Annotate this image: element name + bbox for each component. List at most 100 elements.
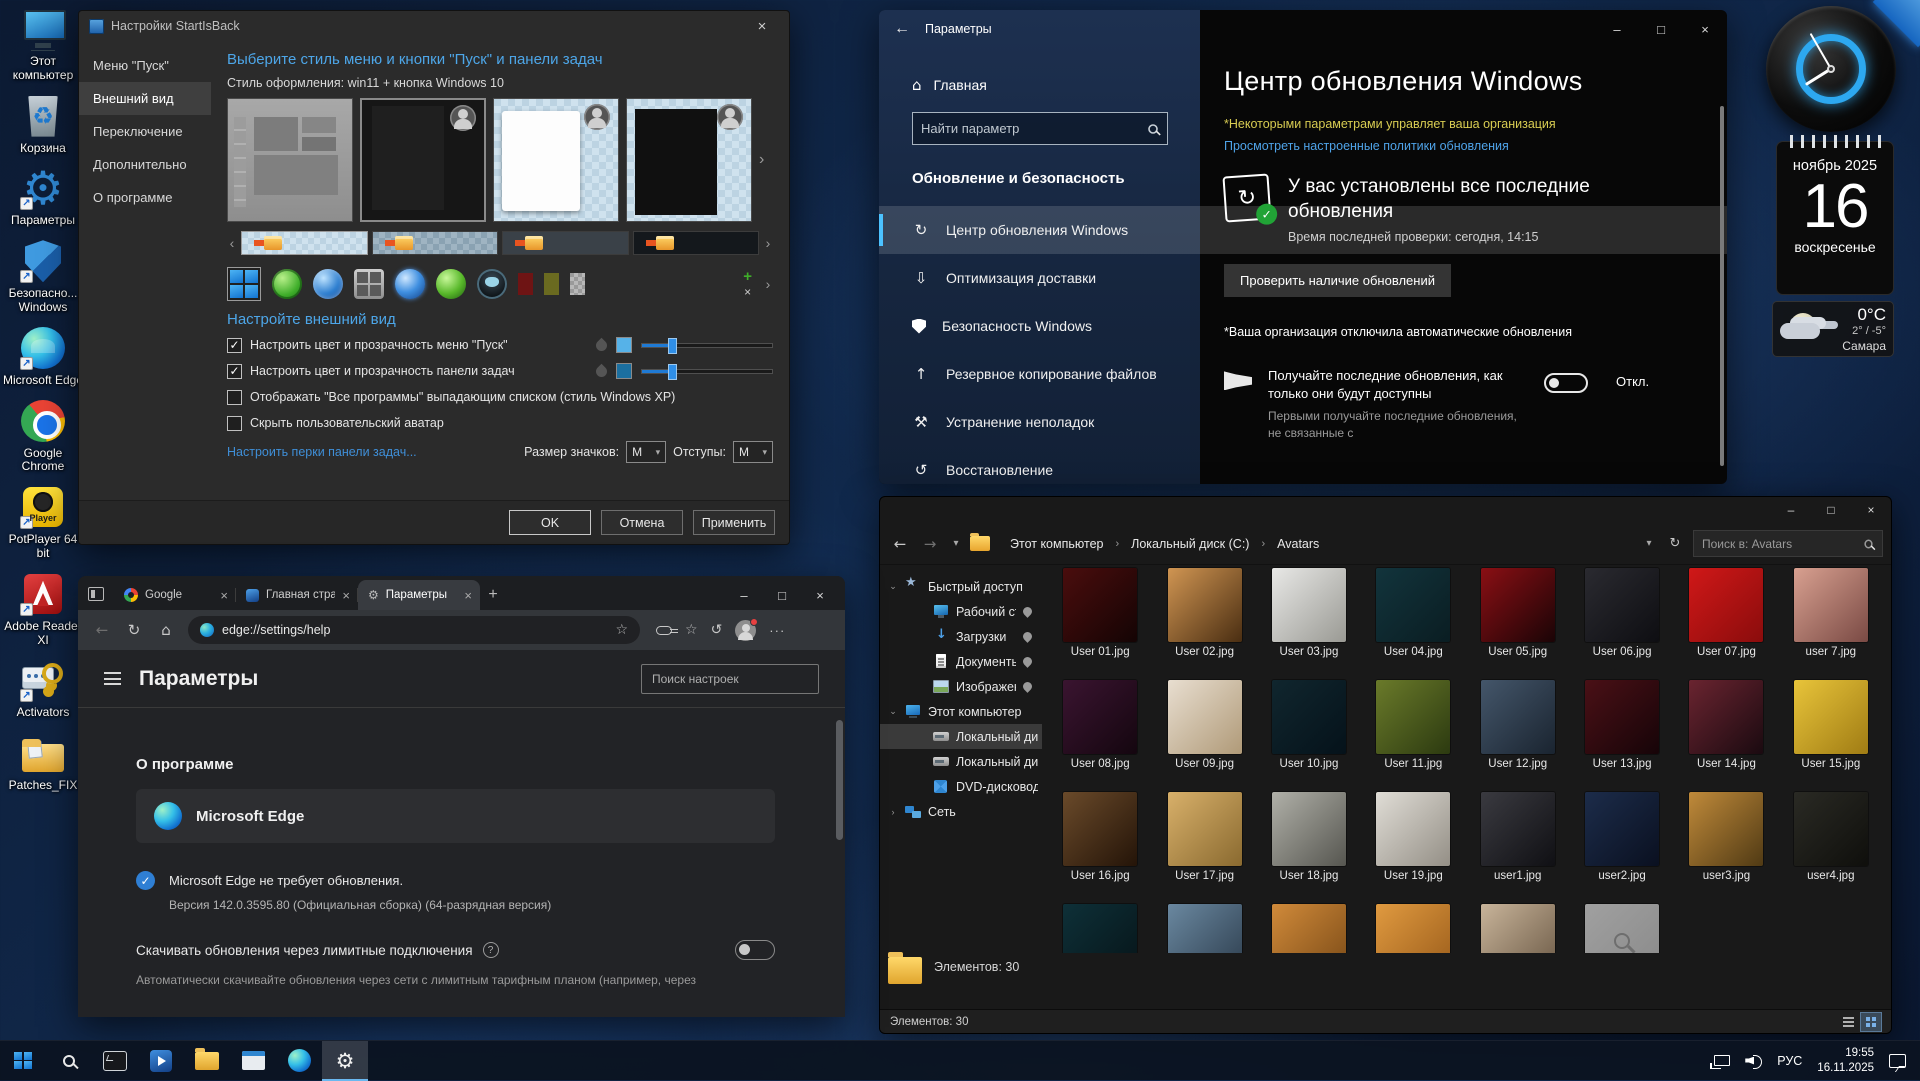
taskbar-app-window[interactable] (230, 1041, 276, 1081)
scrollbar[interactable] (836, 720, 843, 840)
file-item[interactable]: User 06.jpg (1570, 568, 1674, 680)
hamburger-menu-icon[interactable] (104, 672, 121, 685)
explorer-sidebar-item[interactable]: ⌄Этот компьютер (880, 699, 1042, 724)
desktop-icon-pot[interactable]: Player↗PotPlayer 64 bit (1, 484, 85, 561)
update-policies-link[interactable]: Просмотреть настроенные политики обновле… (1224, 139, 1687, 153)
back-icon[interactable]: ← (88, 621, 116, 639)
explorer-sidebar-item[interactable]: Рабочий стол (880, 599, 1042, 624)
breadcrumb-this-pc[interactable]: Этот компьютер (1002, 534, 1111, 554)
file-item[interactable]: User 04.jpg (1361, 568, 1465, 680)
back-icon[interactable]: ← (879, 20, 925, 38)
language-indicator[interactable]: РУС (1777, 1054, 1802, 1068)
chevron-right-icon[interactable]: › (759, 151, 769, 169)
explorer-sidebar-item[interactable]: Локальный диск (C (880, 724, 1042, 749)
taskbar-style-3[interactable] (502, 231, 629, 255)
file-item[interactable]: User 17.jpg (1152, 792, 1256, 904)
opacity-slider[interactable] (641, 369, 773, 374)
chevron-left-icon[interactable]: ‹ (227, 235, 237, 251)
file-item[interactable]: User 01.jpg (1048, 568, 1152, 680)
minimize-button[interactable]: – (1595, 12, 1639, 46)
desktop-icon-chrome[interactable]: Google Chrome (1, 398, 85, 475)
refresh-icon[interactable]: ↻ (120, 621, 148, 639)
chevron-right-icon[interactable]: › (763, 235, 773, 251)
desktop-icon-edge[interactable]: ↗Microsoft Edge (1, 325, 85, 388)
ok-button[interactable]: OK (509, 510, 591, 535)
desktop-icon-gear[interactable]: ↗Параметры (1, 165, 85, 228)
file-item[interactable]: User 14.jpg (1674, 680, 1778, 792)
help-icon[interactable]: ? (483, 942, 499, 958)
start-orb-win11-selected[interactable] (227, 267, 261, 301)
file-item[interactable]: User 13.jpg (1570, 680, 1674, 792)
sidebar-item[interactable]: О программе (79, 181, 211, 214)
explorer-sidebar-item[interactable]: Документы (880, 649, 1042, 674)
file-item[interactable]: User 07.jpg (1674, 568, 1778, 680)
browser-menu-icon[interactable]: ··· (769, 623, 785, 638)
checkbox[interactable] (227, 390, 242, 405)
close-button[interactable]: × (1851, 498, 1891, 522)
file-item[interactable]: user2.jpg (1570, 792, 1674, 904)
file-item[interactable]: user1.jpg (1466, 792, 1570, 904)
taskbar-app-edge[interactable] (276, 1041, 322, 1081)
back-icon[interactable]: ← (888, 535, 912, 553)
settings-home-item[interactable]: ⌂ Главная (879, 66, 1200, 104)
chevron-right-icon[interactable]: › (763, 276, 773, 292)
maximize-button[interactable]: □ (1811, 498, 1851, 522)
sidebar-item[interactable]: Внешний вид (79, 82, 211, 115)
expander-icon[interactable]: ⌄ (888, 581, 898, 592)
desktop-icon-shield[interactable]: ↗Безопасно... Windows (1, 238, 85, 315)
menu-style-win11-selected[interactable] (360, 98, 486, 222)
file-item[interactable]: User 15.jpg (1779, 680, 1883, 792)
close-icon[interactable]: × (745, 18, 779, 35)
file-item[interactable] (1466, 904, 1570, 953)
file-item[interactable]: User 11.jpg (1361, 680, 1465, 792)
checkbox[interactable]: ✓ (227, 338, 242, 353)
file-item[interactable] (1361, 904, 1465, 953)
tab-close-icon[interactable]: × (342, 588, 350, 603)
recent-locations-icon[interactable]: ▾ (948, 538, 964, 549)
check-updates-button[interactable]: Проверить наличие обновлений (1224, 264, 1451, 297)
file-item[interactable]: User 05.jpg (1466, 568, 1570, 680)
file-item[interactable]: User 12.jpg (1466, 680, 1570, 792)
taskbar-app-settings[interactable]: ⚙ (322, 1041, 368, 1081)
file-item[interactable]: User 08.jpg (1048, 680, 1152, 792)
expander-icon[interactable]: › (888, 807, 898, 817)
browser-tab[interactable]: ⚙Параметры× (358, 580, 480, 610)
desktop-icon-keys[interactable]: ↗Activators (1, 657, 85, 720)
explorer-search-input[interactable] (1702, 537, 1857, 551)
volume-icon[interactable] (1745, 1054, 1762, 1068)
maximize-button[interactable]: □ (763, 581, 801, 609)
add-orb-icon[interactable]: + (743, 270, 752, 284)
taskbar-style-4[interactable] (633, 231, 760, 255)
desktop-icon-folder[interactable]: Patches_FIX (1, 730, 85, 793)
sidebar-item[interactable]: Меню "Пуск" (79, 49, 211, 82)
maximize-button[interactable]: □ (1639, 12, 1683, 46)
sidebar-item[interactable]: Переключение (79, 115, 211, 148)
close-button[interactable]: × (1683, 12, 1727, 46)
file-item[interactable]: user3.jpg (1674, 792, 1778, 904)
file-item[interactable]: User 16.jpg (1048, 792, 1152, 904)
latest-updates-toggle[interactable] (1544, 373, 1588, 393)
start-orb-vista[interactable] (395, 269, 425, 299)
file-item[interactable]: User 09.jpg (1152, 680, 1256, 792)
settings-search-input[interactable] (921, 121, 1147, 136)
file-item[interactable]: user4.jpg (1779, 792, 1883, 904)
history-icon[interactable]: ↺ (711, 622, 723, 638)
start-orb-clover[interactable] (272, 269, 302, 299)
refresh-icon[interactable]: ↻ (1663, 536, 1687, 551)
home-icon[interactable]: ⌂ (152, 621, 180, 639)
start-orb-green[interactable] (436, 269, 466, 299)
action-center-icon[interactable] (1889, 1054, 1906, 1068)
sidebar-item[interactable]: Дополнительно (79, 148, 211, 181)
icon-size-dropdown[interactable]: M▾ (626, 441, 666, 463)
menu-style-dark[interactable] (626, 98, 752, 222)
start-orb-win8[interactable] (354, 269, 384, 299)
start-orb-swatch-olive[interactable] (544, 273, 559, 295)
start-orb-alien[interactable] (477, 269, 507, 299)
file-item[interactable]: user 7.jpg (1779, 568, 1883, 680)
file-item[interactable]: User 03.jpg (1257, 568, 1361, 680)
breadcrumb-avatars[interactable]: Avatars (1269, 534, 1327, 554)
file-item[interactable] (1257, 904, 1361, 953)
explorer-sidebar-item[interactable]: ›Сеть (880, 799, 1042, 824)
explorer-sidebar-item[interactable]: ⌄Быстрый доступ (880, 574, 1042, 599)
address-dropdown-icon[interactable]: ▾ (1641, 538, 1657, 549)
